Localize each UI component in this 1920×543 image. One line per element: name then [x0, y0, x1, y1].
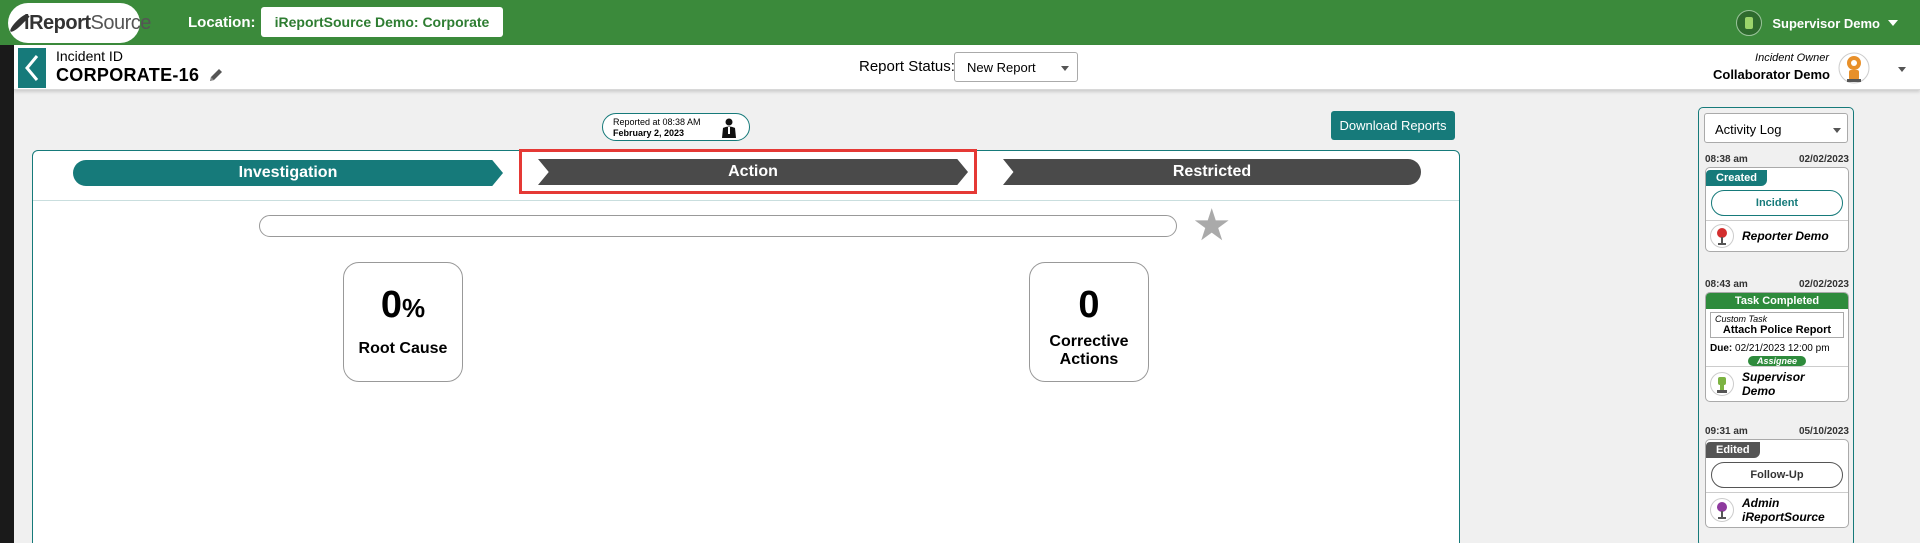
activity-entry: 08:43 am 02/02/2023 Task Completed Custo… [1705, 279, 1849, 402]
entry-date: 02/02/2023 [1798, 154, 1849, 165]
logo-text: iReportSource [24, 11, 151, 34]
user-menu[interactable]: Supervisor Demo [1736, 10, 1898, 36]
root-cause-value: 0% [380, 284, 426, 326]
corrective-actions-card[interactable]: 0 Corrective Actions [1029, 262, 1149, 382]
entry-time: 08:43 am [1705, 279, 1748, 290]
task-completed-badge: Task Completed [1706, 293, 1848, 309]
owner-avatar[interactable] [1838, 51, 1870, 85]
user-name: Supervisor Demo [1772, 15, 1880, 31]
reported-at-badge: Reported at 08:38 AM February 2, 2023 [602, 113, 750, 141]
entry-time: 09:31 am [1705, 426, 1748, 437]
activity-entry: 09:31 am 05/10/2023 Edited Follow-Up Adm… [1705, 426, 1849, 528]
activity-log-panel: Activity Log 08:38 am 02/02/2023 Created… [1698, 107, 1854, 543]
corrective-actions-value: 0 [1078, 284, 1100, 326]
chevron-down-icon [1833, 128, 1841, 133]
reporter-person-icon [721, 118, 737, 141]
activity-person: Supervisor Demo [1706, 366, 1848, 401]
task-type: Custom Task [1715, 314, 1768, 324]
incident-link-button[interactable]: Incident [1711, 190, 1843, 216]
task-due: Due: 02/21/2023 12:00 pm [1710, 343, 1830, 354]
activity-person: Admin iReportSource [1706, 492, 1848, 527]
root-cause-card[interactable]: 0% Root Cause [343, 262, 463, 382]
assignee-badge: Assignee [1748, 356, 1806, 366]
activity-log-select-value: Activity Log [1715, 122, 1782, 137]
action-tab-highlight [519, 149, 977, 194]
chevron-down-icon[interactable] [1898, 67, 1906, 72]
incident-header: Incident ID CORPORATE-16 Report Status: … [14, 45, 1920, 90]
back-button[interactable] [18, 48, 46, 88]
location-label: Location: [188, 14, 256, 31]
tab-restricted[interactable]: Restricted [1003, 159, 1421, 185]
admin-avatar [1710, 498, 1734, 522]
report-status-label: Report Status: [859, 58, 955, 75]
incident-id-label: Incident ID [56, 48, 123, 64]
incident-owner-name: Collaborator Demo [1712, 67, 1830, 82]
location-selector[interactable]: iReportSource Demo: Corporate [261, 7, 503, 37]
person-name: Reporter Demo [1742, 229, 1829, 243]
entry-time: 08:38 am [1705, 154, 1748, 165]
star-icon[interactable]: ★ [1192, 204, 1231, 248]
entry-date: 02/02/2023 [1798, 279, 1849, 290]
supervisor-avatar [1710, 372, 1734, 396]
chevron-down-icon [1061, 66, 1069, 71]
follow-up-link-button[interactable]: Follow-Up [1711, 462, 1843, 488]
entry-date: 05/10/2023 [1798, 426, 1849, 437]
incident-main-panel: Investigation Action Restricted [32, 150, 1460, 543]
activity-entry: 08:38 am 02/02/2023 Created Incident Rep… [1705, 154, 1849, 252]
report-status-select[interactable]: New Report [954, 52, 1078, 82]
left-sidebar-strip [0, 45, 14, 543]
ireportsource-logo[interactable]: iReportSource [8, 3, 151, 43]
corrective-actions-label: Corrective Actions [1049, 333, 1129, 368]
chevron-left-icon [25, 55, 39, 81]
report-status-value: New Report [967, 60, 1036, 75]
task-name: Attach Police Report [1722, 324, 1832, 336]
root-cause-label: Root Cause [358, 340, 448, 357]
chevron-down-icon [1888, 20, 1898, 26]
created-badge: Created [1706, 170, 1767, 186]
progress-bar [259, 215, 1177, 237]
user-avatar [1736, 10, 1763, 36]
incident-id: CORPORATE-16 [56, 65, 200, 85]
reporter-avatar [1710, 224, 1734, 248]
person-name: Supervisor [1742, 370, 1805, 384]
edited-badge: Edited [1706, 442, 1760, 458]
activity-log-select[interactable]: Activity Log [1704, 113, 1848, 143]
task-details[interactable]: Custom Task Attach Police Report [1710, 312, 1844, 338]
person-name: Admin [1742, 496, 1780, 510]
activity-person: Reporter Demo [1706, 220, 1848, 251]
download-reports-button[interactable]: Download Reports [1331, 111, 1455, 140]
incident-owner-label: Incident Owner [1755, 52, 1829, 64]
tab-investigation[interactable]: Investigation [73, 160, 503, 186]
top-bar: iReportSource Location: iReportSource De… [0, 0, 1920, 45]
percent-sign: % [402, 293, 426, 323]
edit-pencil-icon[interactable] [208, 67, 224, 88]
